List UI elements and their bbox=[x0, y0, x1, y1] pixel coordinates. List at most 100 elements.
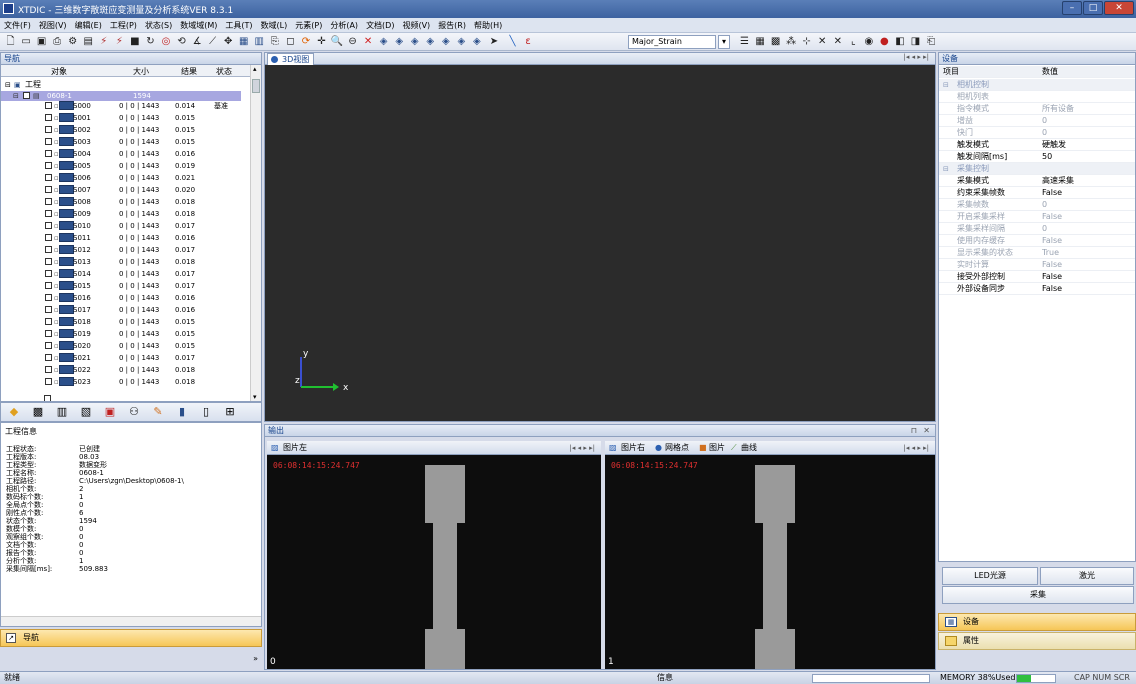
right-image-panel[interactable]: ▨ 图片右 ● 网格点 ■ 图片 ⟋ 曲线 |◂ ◂ ▸ ▸| 06:08:14… bbox=[605, 441, 935, 669]
list-icon[interactable]: ☰ bbox=[738, 35, 751, 49]
menu-video[interactable]: 视频(V) bbox=[398, 18, 434, 31]
property-row[interactable]: 外部设备同步 False bbox=[939, 283, 1135, 295]
menu-analysis[interactable]: 分析(A) bbox=[326, 18, 362, 31]
move-icon[interactable]: ✥ bbox=[222, 35, 235, 49]
nav-button[interactable]: ↗ 导航 bbox=[0, 629, 262, 647]
row-checkbox[interactable] bbox=[45, 294, 52, 301]
info-hscrollbar[interactable] bbox=[1, 616, 261, 626]
row-checkbox[interactable] bbox=[45, 138, 52, 145]
property-value[interactable]: False bbox=[1042, 259, 1062, 271]
property-value[interactable]: 0 bbox=[1042, 115, 1047, 127]
collapse-icon[interactable]: ⊟ bbox=[943, 163, 949, 175]
menu-file[interactable]: 文件(F) bbox=[0, 18, 35, 31]
axes-icon[interactable]: ⊹ bbox=[800, 35, 813, 49]
cross2-icon[interactable]: ✕ bbox=[831, 35, 844, 49]
property-value[interactable]: 硬触发 bbox=[1042, 139, 1066, 151]
lightning-red-icon[interactable]: ⚡ bbox=[113, 35, 126, 49]
view-back-icon[interactable]: ◈ bbox=[393, 35, 406, 49]
table-view-icon[interactable]: ▦ bbox=[754, 35, 767, 49]
tree-scrollbar[interactable]: ▴ ▾ bbox=[250, 65, 261, 401]
row-checkbox[interactable] bbox=[45, 186, 52, 193]
row-checkbox[interactable] bbox=[45, 270, 52, 277]
expand-icon[interactable]: » bbox=[253, 654, 258, 663]
row-checkbox[interactable] bbox=[45, 330, 52, 337]
menu-state[interactable]: 状态(S) bbox=[141, 18, 176, 31]
tab-nav-icon[interactable]: |◂ ◂ ▸ ▸| bbox=[904, 441, 929, 455]
loop-icon[interactable]: ⟲ bbox=[175, 35, 188, 49]
point-tool-icon[interactable]: ➤ bbox=[486, 35, 502, 49]
row-checkbox[interactable] bbox=[45, 366, 52, 373]
record-icon[interactable]: ● bbox=[878, 35, 891, 49]
view-front-icon[interactable]: ◈ bbox=[377, 35, 390, 49]
capture-button[interactable]: 采集 bbox=[942, 586, 1134, 604]
tree-row[interactable]: ▫ S022 0 | 0 | 1443 0.018 bbox=[1, 365, 251, 375]
menu-element[interactable]: 元素(P) bbox=[291, 18, 326, 31]
close-icon[interactable]: ✕ bbox=[923, 425, 930, 437]
target-icon[interactable]: ◎ bbox=[159, 35, 172, 49]
property-group[interactable]: ⊟ 相机控制 bbox=[939, 79, 1135, 91]
view-3d-panel[interactable]: 3D视图 |◂ ◂ ▸ ▸| y z x bbox=[264, 52, 936, 422]
property-value[interactable]: 高速采集 bbox=[1042, 175, 1074, 187]
row-checkbox[interactable] bbox=[45, 210, 52, 217]
column-result[interactable]: 结果 bbox=[181, 66, 197, 77]
property-value[interactable]: 0 bbox=[1042, 223, 1047, 235]
scroll-thumb[interactable] bbox=[252, 79, 260, 93]
property-row[interactable]: 指令模式 所有设备 bbox=[939, 103, 1135, 115]
row-checkbox[interactable] bbox=[45, 246, 52, 253]
row-checkbox[interactable] bbox=[45, 234, 52, 241]
tab-nav-icon[interactable]: |◂ ◂ ▸ ▸| bbox=[570, 441, 595, 455]
table-icon[interactable]: ▥ bbox=[253, 35, 266, 49]
tree-row[interactable]: ▫ S016 0 | 0 | 1443 0.016 bbox=[1, 293, 251, 303]
grid-icon[interactable]: ▦ bbox=[237, 35, 250, 49]
led-light-button[interactable]: LED光源 bbox=[942, 567, 1038, 585]
tree-row[interactable]: ▫ S003 0 | 0 | 1443 0.015 bbox=[1, 137, 251, 147]
property-row[interactable]: 接受外部控制 False bbox=[939, 271, 1135, 283]
tab-3d-view[interactable]: 3D视图 bbox=[267, 53, 315, 65]
tree-row[interactable]: ▫ S021 0 | 0 | 1443 0.017 bbox=[1, 353, 251, 363]
cross-icon[interactable]: ✕ bbox=[816, 35, 829, 49]
tree-row[interactable]: ▫ S002 0 | 0 | 1443 0.015 bbox=[1, 125, 251, 135]
tree-row[interactable]: ▫ S006 0 | 0 | 1443 0.021 bbox=[1, 173, 251, 183]
row-checkbox[interactable] bbox=[45, 342, 52, 349]
property-value[interactable]: 0 bbox=[1042, 127, 1047, 139]
tree-row[interactable]: ▫ S005 0 | 0 | 1443 0.019 bbox=[1, 161, 251, 171]
tree-row[interactable]: ▫ S020 0 | 0 | 1443 0.015 bbox=[1, 341, 251, 351]
tree-row[interactable]: ▫ S019 0 | 0 | 1443 0.015 bbox=[1, 329, 251, 339]
row-checkbox[interactable] bbox=[45, 174, 52, 181]
property-row[interactable]: 显示采集的状态 True bbox=[939, 247, 1135, 259]
tab-nav-icon[interactable]: |◂ ◂ ▸ ▸| bbox=[904, 53, 929, 61]
menu-domain[interactable]: 数域域(M) bbox=[176, 18, 221, 31]
view-bottom-icon[interactable]: ◈ bbox=[455, 35, 468, 49]
row-checkbox[interactable] bbox=[45, 162, 52, 169]
grid-view-icon[interactable]: ▩ bbox=[769, 35, 782, 49]
property-row[interactable]: 实时计算 False bbox=[939, 259, 1135, 271]
measure-icon[interactable]: ∡ bbox=[191, 35, 204, 49]
zoom-out-icon[interactable]: ⊖ bbox=[346, 35, 359, 49]
refresh-icon[interactable]: ↻ bbox=[144, 35, 157, 49]
scroll-down-icon[interactable]: ▾ bbox=[253, 393, 257, 401]
property-value[interactable]: False bbox=[1042, 187, 1062, 199]
new-file-icon[interactable]: 🗋 bbox=[4, 35, 17, 49]
star-icon[interactable]: ◆ bbox=[3, 405, 25, 421]
tree-row[interactable]: ▫ S008 0 | 0 | 1443 0.018 bbox=[1, 197, 251, 207]
tree-row[interactable]: ▫ S010 0 | 0 | 1443 0.017 bbox=[1, 221, 251, 231]
tree-row[interactable]: ▫ S018 0 | 0 | 1443 0.015 bbox=[1, 317, 251, 327]
row-checkbox[interactable] bbox=[45, 114, 52, 121]
row-checkbox[interactable] bbox=[45, 306, 52, 313]
tree-root[interactable]: ⊟ ▣ 工程 bbox=[1, 80, 251, 90]
row-checkbox[interactable] bbox=[45, 318, 52, 325]
property-value[interactable]: 0 bbox=[1042, 199, 1047, 211]
property-row[interactable]: 增益 0 bbox=[939, 115, 1135, 127]
row-checkbox[interactable] bbox=[45, 258, 52, 265]
corner-icon[interactable]: ⌞ bbox=[847, 35, 860, 49]
stop-icon[interactable]: ■ bbox=[128, 35, 141, 49]
project-checkbox[interactable] bbox=[23, 92, 30, 99]
tools-icon[interactable]: ✎ bbox=[147, 405, 169, 421]
select-rect-icon[interactable]: ◻ bbox=[284, 35, 297, 49]
tree-row[interactable]: ▫ S017 0 | 0 | 1443 0.016 bbox=[1, 305, 251, 315]
collapse-icon[interactable]: ⊟ bbox=[943, 79, 949, 91]
export-icon[interactable]: ⎘ bbox=[268, 35, 281, 49]
column-size[interactable]: 大小 bbox=[133, 66, 149, 77]
row-checkbox[interactable] bbox=[45, 150, 52, 157]
menu-project[interactable]: 工程(P) bbox=[106, 18, 141, 31]
